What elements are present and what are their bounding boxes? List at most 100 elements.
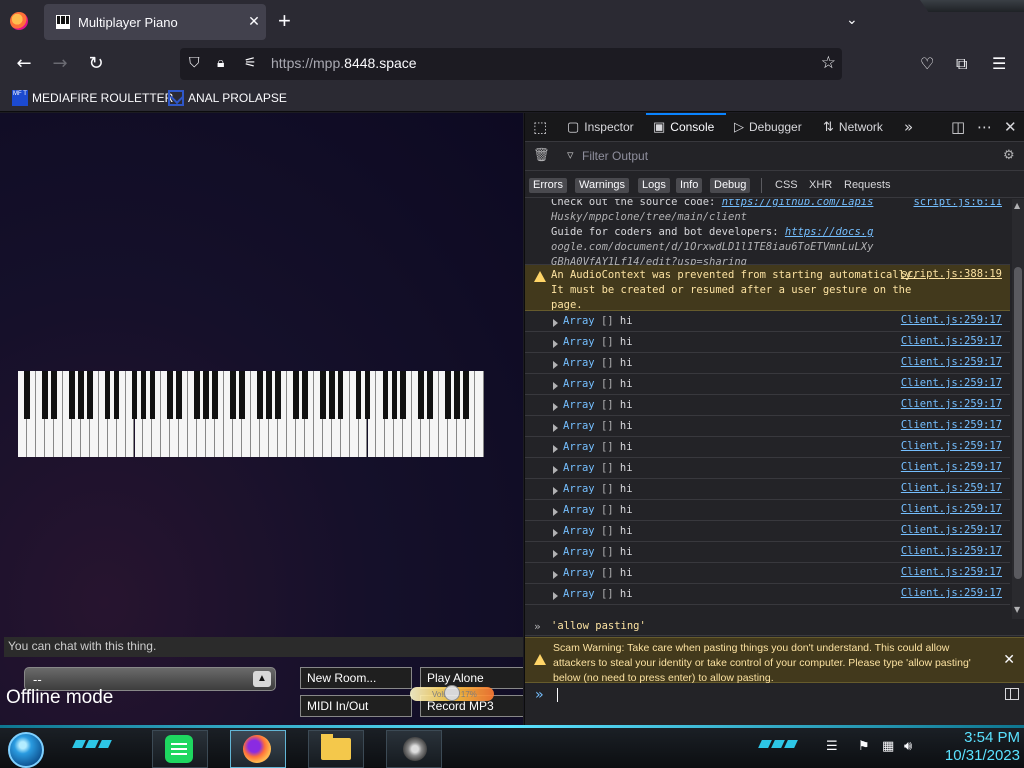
console-message-array[interactable]: Array [] hi Client.js:259:17 <box>525 479 1010 500</box>
docs-link[interactable]: https://docs.g <box>785 226 874 238</box>
message-source-link[interactable]: Client.js:259:17 <box>901 377 1002 389</box>
piano-black-key[interactable] <box>50 371 57 419</box>
piano-black-key[interactable] <box>42 371 48 419</box>
more-options-icon[interactable]: ⋯ <box>977 118 992 136</box>
piano-black-key[interactable] <box>319 371 326 419</box>
expand-arrow-icon[interactable] <box>553 571 558 579</box>
message-source-link[interactable]: script.js:388:19 <box>901 268 1002 280</box>
message-source-link[interactable]: Client.js:259:17 <box>901 419 1002 431</box>
console-input[interactable]: » <box>525 684 1024 725</box>
reload-button[interactable]: ↻ <box>84 52 108 76</box>
piano-black-key[interactable] <box>203 371 210 419</box>
console-message-array[interactable]: Array [] hi Client.js:259:17 <box>525 584 1010 605</box>
new-tab-button[interactable]: + <box>278 8 291 34</box>
expand-arrow-icon[interactable] <box>553 340 558 348</box>
expand-arrow-icon[interactable] <box>553 445 558 453</box>
piano-black-key[interactable] <box>113 371 120 419</box>
url-text[interactable]: https://mpp.8448.space <box>271 55 417 71</box>
message-source-link[interactable]: Client.js:259:17 <box>901 503 1002 515</box>
piano-black-key[interactable] <box>400 371 407 419</box>
message-source-link[interactable]: Client.js:259:17 <box>901 587 1002 599</box>
console-message-array[interactable]: Array [] hi Client.js:259:17 <box>525 458 1010 479</box>
piano-black-key[interactable] <box>391 371 398 419</box>
pick-element-icon[interactable]: ⬚ <box>533 118 547 136</box>
expand-arrow-icon[interactable] <box>553 361 558 369</box>
permissions-icon[interactable]: ⚟ <box>244 55 257 71</box>
category-css[interactable]: CSS <box>771 178 802 193</box>
piano-black-key[interactable] <box>275 371 281 419</box>
bookmark-mediafire-rouletter[interactable]: MF T MEDIAFIRE ROULETTER <box>12 89 173 107</box>
category-requests[interactable]: Requests <box>840 178 894 193</box>
dock-options-icon[interactable]: ◫ <box>951 118 965 136</box>
piano-black-key[interactable] <box>131 371 138 419</box>
message-source-link[interactable]: Client.js:259:17 <box>901 524 1002 536</box>
expand-arrow-icon[interactable] <box>553 487 558 495</box>
trash-icon[interactable]: 🗑︎ <box>533 148 550 163</box>
message-source-link[interactable]: Client.js:259:17 <box>901 545 1002 557</box>
volume-slider[interactable]: Volume 17% <box>410 685 494 701</box>
scroll-down-icon[interactable]: ▼ <box>1014 605 1020 614</box>
tab-multiplayer-piano[interactable]: Multiplayer Piano ✕ <box>44 4 266 40</box>
scrollbar-thumb[interactable] <box>1014 267 1022 579</box>
console-message-array[interactable]: Array [] hi Client.js:259:17 <box>525 521 1010 542</box>
close-warning-icon[interactable]: ✕ <box>1003 652 1015 668</box>
expand-arrow-icon[interactable] <box>553 592 558 600</box>
expand-arrow-icon[interactable] <box>553 508 558 516</box>
multiline-editor-icon[interactable] <box>1005 688 1019 700</box>
console-message-array[interactable]: Array [] hi Client.js:259:17 <box>525 437 1010 458</box>
console-message-array[interactable]: Array [] hi Client.js:259:17 <box>525 500 1010 521</box>
forward-button[interactable]: → <box>48 52 72 76</box>
console-message-array[interactable]: Array [] hi Client.js:259:17 <box>525 563 1010 584</box>
system-clock[interactable]: 3:54 PM 10/31/2023 <box>930 729 1020 765</box>
flag-icon[interactable]: ⚑ <box>858 739 870 754</box>
console-scrollbar[interactable]: ▲ ▼ <box>1012 199 1024 619</box>
firefox-menu-icon[interactable] <box>10 12 28 30</box>
message-source-link[interactable]: Client.js:259:17 <box>901 314 1002 326</box>
network-tray-icon[interactable]: ▦ <box>882 739 894 754</box>
expand-arrow-icon[interactable] <box>553 319 558 327</box>
console-output[interactable]: Check out the source code: https://githu… <box>525 199 1010 619</box>
piano-black-key[interactable] <box>337 371 344 419</box>
piano-black-key[interactable] <box>24 371 30 419</box>
firefox-taskbar-button[interactable] <box>230 730 286 768</box>
piano-keyboard[interactable] <box>18 371 484 457</box>
scroll-up-icon[interactable]: ▲ <box>1014 201 1020 210</box>
console-settings-icon[interactable]: ⚙ <box>1003 148 1015 163</box>
piano-black-key[interactable] <box>230 371 236 419</box>
piano-black-key[interactable] <box>194 371 201 419</box>
piano-black-key[interactable] <box>463 371 469 419</box>
expand-arrow-icon[interactable] <box>553 550 558 558</box>
room-select-arrow-icon[interactable]: ▲ <box>253 671 271 687</box>
level-logs[interactable]: Logs <box>638 178 670 193</box>
message-source-link[interactable]: Client.js:259:17 <box>901 482 1002 494</box>
piano-black-key[interactable] <box>239 371 245 419</box>
filter-output-input[interactable]: Filter Output <box>582 149 648 163</box>
piano-black-key[interactable] <box>176 371 183 419</box>
url-bar[interactable]: ⛉ 🔒︎ ⚟ https://mpp.8448.space ☆ <box>180 48 842 80</box>
spotify-taskbar-button[interactable] <box>152 730 208 768</box>
piano-black-key[interactable] <box>355 371 362 419</box>
tab-console[interactable]: ▣ Console <box>653 119 714 135</box>
level-warnings[interactable]: Warnings <box>575 178 630 193</box>
piano-black-key[interactable] <box>68 371 75 419</box>
source-code-link[interactable]: https://github.com/Lapis <box>722 199 874 208</box>
midi-button[interactable]: MIDI In/Out <box>300 695 412 717</box>
piano-black-key[interactable] <box>292 371 299 419</box>
piano-black-key[interactable] <box>328 371 335 419</box>
bookmark-anal-prolapse[interactable]: ANAL PROLAPSE <box>168 89 287 107</box>
pocket-icon[interactable]: ♡ <box>920 54 934 73</box>
piano-black-key[interactable] <box>454 371 460 419</box>
piano-black-key[interactable] <box>445 371 452 419</box>
console-message-array[interactable]: Array [] hi Client.js:259:17 <box>525 353 1010 374</box>
tab-inspector[interactable]: ▢ Inspector <box>567 119 634 135</box>
message-source-link[interactable]: Client.js:259:17 <box>901 398 1002 410</box>
new-room-button[interactable]: New Room... <box>300 667 412 689</box>
more-tabs-icon[interactable]: » <box>904 118 913 136</box>
piano-black-key[interactable] <box>257 371 263 419</box>
message-source-link[interactable]: Client.js:259:17 <box>901 356 1002 368</box>
start-button[interactable] <box>8 732 44 768</box>
volume-tray-icon[interactable]: 🔊︎ <box>904 739 912 754</box>
piano-black-key[interactable] <box>149 371 156 419</box>
piano-black-key[interactable] <box>266 371 272 419</box>
menu-hamburger-icon[interactable]: ☰ <box>992 54 1006 73</box>
